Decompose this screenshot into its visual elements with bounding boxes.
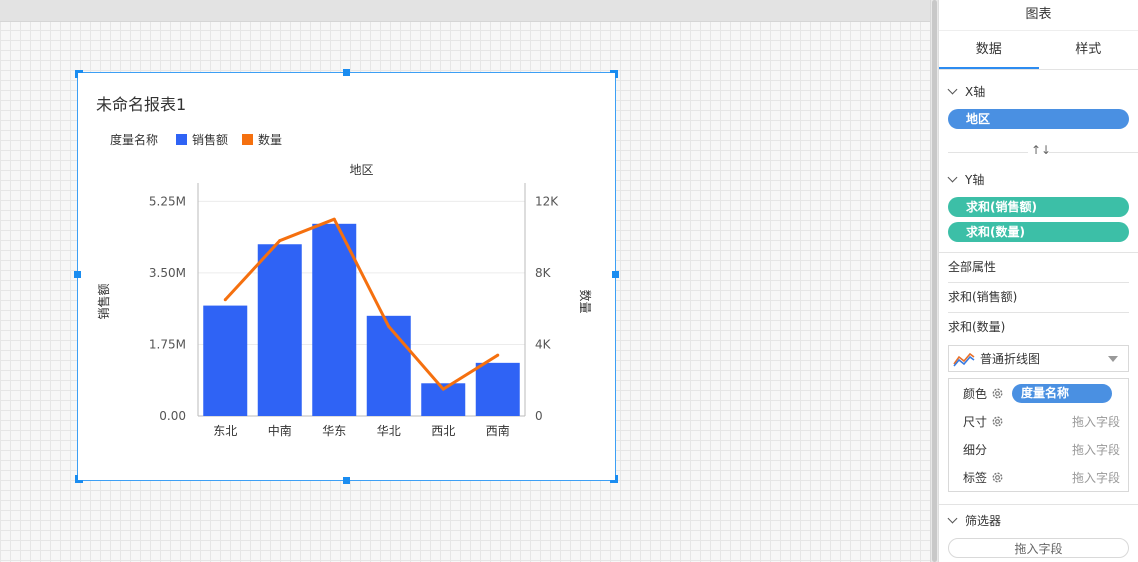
tab-data[interactable]: 数据 bbox=[939, 31, 1039, 69]
chevron-down-icon bbox=[947, 172, 958, 182]
resize-handle-left[interactable] bbox=[74, 271, 81, 278]
line-point bbox=[441, 387, 445, 391]
mark-detail-drop-target[interactable]: 拖入字段 bbox=[1072, 441, 1120, 458]
chart-title: 地区 bbox=[349, 163, 373, 177]
canvas-toolbar bbox=[0, 0, 930, 22]
bar bbox=[257, 244, 302, 416]
x-tick-label: 西北 bbox=[431, 424, 455, 438]
line-point bbox=[332, 217, 336, 221]
y-axis-field-pill-sales[interactable]: 求和(销售额) bbox=[948, 197, 1129, 217]
x-tick-label: 东北 bbox=[213, 424, 237, 438]
mark-tag-drop-target[interactable]: 拖入字段 bbox=[1072, 469, 1120, 486]
x-tick-label: 西南 bbox=[486, 423, 510, 438]
gear-icon[interactable] bbox=[991, 471, 1004, 484]
swap-axes-icon[interactable]: ↑↓ bbox=[1031, 143, 1051, 157]
mark-size-drop-target[interactable]: 拖入字段 bbox=[1072, 413, 1120, 430]
resize-handle-bottom-right[interactable] bbox=[610, 475, 618, 483]
mark-tag-row[interactable]: 标签 拖入字段 bbox=[949, 463, 1128, 491]
combo-chart: 地区 0.00 1.75M 3.50M 5.25M 0 4K 8K 12K 销售额 数量东北 中南 华东… bbox=[96, 163, 593, 438]
chart-settings-panel: 图表 数据 样式 X轴 地区 ↑↓ Y轴 求和(销售额) 求和(数量) 全部属性… bbox=[938, 0, 1138, 562]
y2-tick-label: 12K bbox=[535, 194, 559, 208]
y2-axis-title: 数量 bbox=[578, 289, 593, 313]
y-tick-label: 1.75M bbox=[149, 337, 186, 351]
gear-icon[interactable] bbox=[991, 387, 1004, 400]
y2-tick-label: 4K bbox=[535, 337, 552, 351]
line-point bbox=[278, 239, 282, 243]
chart-widget[interactable]: 未命名报表1 度量名称 销售额 数量 地区 0.00 1.75M 3.50M 5.25M… bbox=[74, 69, 619, 484]
line-chart-icon bbox=[953, 352, 975, 367]
resize-handle-top[interactable] bbox=[343, 69, 350, 76]
mark-color-label: 颜色 bbox=[963, 386, 988, 401]
divider bbox=[948, 152, 1028, 153]
mark-size-row[interactable]: 尺寸 拖入字段 bbox=[949, 407, 1128, 435]
x-tick-label: 中南 bbox=[268, 423, 292, 438]
chevron-down-icon bbox=[947, 84, 958, 94]
y-axis-field-pill-quantity[interactable]: 求和(数量) bbox=[948, 222, 1129, 242]
x-tick-label: 华东 bbox=[322, 424, 346, 438]
y-axis-title: 销售额 bbox=[96, 283, 111, 319]
resize-handle-bottom-left[interactable] bbox=[75, 475, 83, 483]
y-axis-section-toggle[interactable]: Y轴 bbox=[939, 166, 1138, 192]
filter-drop-target[interactable]: 拖入字段 bbox=[948, 538, 1129, 558]
chart-type-select[interactable]: 普通折线图 bbox=[948, 345, 1129, 372]
x-axis-section-toggle[interactable]: X轴 bbox=[939, 78, 1138, 104]
resize-handle-bottom[interactable] bbox=[343, 477, 350, 484]
chart-type-value: 普通折线图 bbox=[980, 352, 1041, 366]
filter-label: 筛选器 bbox=[965, 514, 1002, 528]
prop-sum-quantity[interactable]: 求和(数量) bbox=[939, 313, 1138, 342]
tab-style[interactable]: 样式 bbox=[1039, 31, 1138, 69]
mark-color-row[interactable]: 颜色 度量名称 bbox=[949, 379, 1128, 407]
report-canvas[interactable]: 未命名报表1 度量名称 销售额 数量 地区 0.00 1.75M 3.50M 5.25M… bbox=[0, 0, 930, 562]
line-point bbox=[496, 353, 500, 357]
mark-size-label: 尺寸 bbox=[963, 414, 988, 429]
gear-icon[interactable] bbox=[991, 415, 1004, 428]
swap-axes-row: ↑↓ bbox=[939, 141, 1138, 163]
y-tick-label: 3.50M bbox=[149, 266, 186, 280]
bar bbox=[475, 362, 520, 416]
x-axis-label: X轴 bbox=[965, 84, 986, 99]
bar bbox=[203, 305, 248, 416]
resize-handle-right[interactable] bbox=[612, 271, 619, 278]
resize-handle-top-right[interactable] bbox=[610, 70, 618, 78]
chevron-down-icon bbox=[1108, 355, 1118, 362]
mark-detail-label: 细分 bbox=[963, 442, 988, 457]
divider bbox=[1049, 152, 1138, 153]
prop-all[interactable]: 全部属性 bbox=[939, 253, 1138, 282]
panel-title: 图表 bbox=[1025, 7, 1052, 22]
y-axis-label: Y轴 bbox=[965, 172, 985, 187]
x-axis-field-pill[interactable]: 地区 bbox=[948, 109, 1129, 129]
y2-tick-label: 8K bbox=[535, 266, 552, 280]
resize-handle-top-left[interactable] bbox=[75, 70, 83, 78]
mark-color-field-pill[interactable]: 度量名称 bbox=[1012, 383, 1113, 403]
x-tick-label: 华北 bbox=[377, 424, 401, 438]
canvas-scrollbar[interactable] bbox=[930, 0, 938, 562]
bar bbox=[366, 315, 411, 416]
line-point bbox=[387, 325, 391, 329]
line-point bbox=[223, 298, 227, 302]
scrollbar-thumb[interactable] bbox=[932, 0, 937, 562]
y-tick-label: 0.00 bbox=[159, 409, 186, 423]
marks-card: 颜色 度量名称 尺寸 拖入字段 细分 拖入字段 标签 拖入字段 bbox=[948, 378, 1129, 492]
y-tick-label: 5.25M bbox=[149, 194, 186, 208]
y2-tick-label: 0 bbox=[535, 409, 543, 423]
mark-detail-row[interactable]: 细分 拖入字段 bbox=[949, 435, 1128, 463]
prop-sum-sales[interactable]: 求和(销售额) bbox=[939, 283, 1138, 312]
chevron-down-icon bbox=[947, 513, 958, 524]
filter-section-toggle[interactable]: 筛选器 bbox=[939, 504, 1138, 530]
panel-tabs: 数据 样式 bbox=[939, 30, 1138, 70]
mark-tag-label: 标签 bbox=[963, 470, 988, 485]
